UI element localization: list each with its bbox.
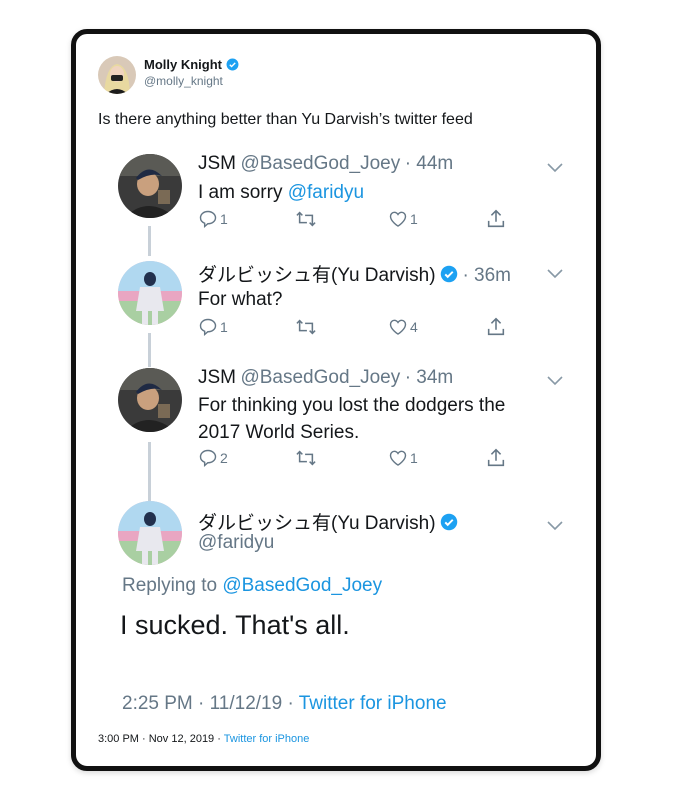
replying-to-link[interactable]: @BasedGod_Joey xyxy=(222,575,382,596)
reply-count: 1 xyxy=(220,211,228,227)
reply-name[interactable]: ダルビッシュ有(Yu Darvish) xyxy=(198,265,436,286)
share-icon xyxy=(485,316,507,338)
retweet-icon xyxy=(295,209,317,229)
reply-name[interactable]: JSM xyxy=(198,367,236,388)
replying-to-line: Replying to @BasedGod_Joey xyxy=(122,575,382,597)
tweet-text: Is there anything better than Yu Darvish… xyxy=(98,111,473,128)
mention-link[interactable]: @faridyu xyxy=(288,182,364,203)
reply-icon xyxy=(198,317,218,337)
final-reply-timestamp[interactable]: 2:25 PM · 11/12/19 · xyxy=(122,693,299,714)
reply-action[interactable]: 1 xyxy=(198,317,228,337)
thread-line xyxy=(148,226,151,256)
like-action[interactable]: 4 xyxy=(388,317,418,337)
reply-action[interactable]: 1 xyxy=(198,209,228,229)
retweet-icon xyxy=(295,317,317,337)
reply-header: JSM @BasedGod_Joey · 34m xyxy=(198,367,453,389)
like-action[interactable]: 1 xyxy=(388,448,418,468)
reply-action[interactable]: 2 xyxy=(198,448,228,468)
final-reply-text: I sucked. That's all. xyxy=(120,610,350,640)
chevron-down-icon[interactable] xyxy=(547,518,563,531)
embedded-tweet-card: Molly Knight @molly_knight Is there anyt… xyxy=(71,29,601,771)
tweet-timestamp[interactable]: 3:00 PM · Nov 12, 2019 · xyxy=(98,733,224,745)
share-action[interactable] xyxy=(485,208,507,230)
screenshot-image: JSM @BasedGod_Joey · 44m I am sorry @far… xyxy=(113,146,563,714)
like-count: 4 xyxy=(410,319,418,335)
chevron-down-icon[interactable] xyxy=(547,160,563,173)
molly-avatar[interactable] xyxy=(98,56,136,94)
reply-text-line: For thinking you lost the dodgers the xyxy=(198,395,506,416)
reply-name[interactable]: JSM xyxy=(198,153,236,174)
reply-time[interactable]: · 34m xyxy=(405,367,454,388)
reply-handle[interactable]: @BasedGod_Joey xyxy=(240,367,400,388)
share-icon xyxy=(485,447,507,469)
reply-time[interactable]: · 36m xyxy=(462,265,511,286)
retweet-action[interactable] xyxy=(295,209,317,229)
reply-time[interactable]: · 44m xyxy=(405,153,454,174)
retweet-action[interactable] xyxy=(295,317,317,337)
reply-text-body: I am sorry xyxy=(198,182,288,203)
tweet-source[interactable]: Twitter for iPhone xyxy=(224,733,310,745)
reply-text: For thinking you lost the dodgers the 20… xyxy=(198,392,505,446)
chevron-down-icon[interactable] xyxy=(547,266,563,279)
final-reply-handle[interactable]: @faridyu xyxy=(198,532,274,554)
reply-text: For what? xyxy=(198,289,283,310)
retweet-icon xyxy=(295,448,317,468)
heart-icon xyxy=(388,448,408,468)
reply-icon xyxy=(198,209,218,229)
final-reply-source[interactable]: Twitter for iPhone xyxy=(299,693,447,714)
thread-line xyxy=(148,442,151,502)
like-action[interactable]: 1 xyxy=(388,209,418,229)
reply-text: I am sorry @faridyu xyxy=(198,179,364,206)
share-action[interactable] xyxy=(485,316,507,338)
verified-icon xyxy=(440,513,458,536)
final-reply-timestamp-row: 2:25 PM · 11/12/19 · Twitter for iPhone xyxy=(122,693,447,715)
reply-header: ダルビッシュ有(Yu Darvish) · 36m xyxy=(198,260,511,288)
chevron-down-icon[interactable] xyxy=(547,373,563,386)
reply-header: JSM @BasedGod_Joey · 44m xyxy=(198,153,453,175)
final-reply-name[interactable]: ダルビッシュ有(Yu Darvish) xyxy=(198,513,436,534)
darvish-avatar[interactable] xyxy=(118,501,182,565)
share-icon xyxy=(485,208,507,230)
heart-icon xyxy=(388,209,408,229)
reply-count: 2 xyxy=(220,450,228,466)
share-action[interactable] xyxy=(485,447,507,469)
verified-icon xyxy=(440,265,458,288)
darvish-avatar[interactable] xyxy=(118,261,182,325)
author-name-row: Molly Knight xyxy=(144,57,239,74)
author-handle[interactable]: @molly_knight xyxy=(144,74,223,88)
author-name[interactable]: Molly Knight xyxy=(144,57,222,72)
reply-text-line: 2017 World Series. xyxy=(198,422,360,443)
like-count: 1 xyxy=(410,450,418,466)
reply-icon xyxy=(198,448,218,468)
jsm-avatar[interactable] xyxy=(118,154,182,218)
jsm-avatar[interactable] xyxy=(118,368,182,432)
verified-icon xyxy=(226,58,239,74)
reply-handle[interactable]: @BasedGod_Joey xyxy=(240,153,400,174)
reply-count: 1 xyxy=(220,319,228,335)
tweet-footer: 3:00 PM · Nov 12, 2019 · Twitter for iPh… xyxy=(98,733,309,745)
thread-line xyxy=(148,333,151,367)
heart-icon xyxy=(388,317,408,337)
replying-to-prefix: Replying to xyxy=(122,575,223,596)
retweet-action[interactable] xyxy=(295,448,317,468)
like-count: 1 xyxy=(410,211,418,227)
